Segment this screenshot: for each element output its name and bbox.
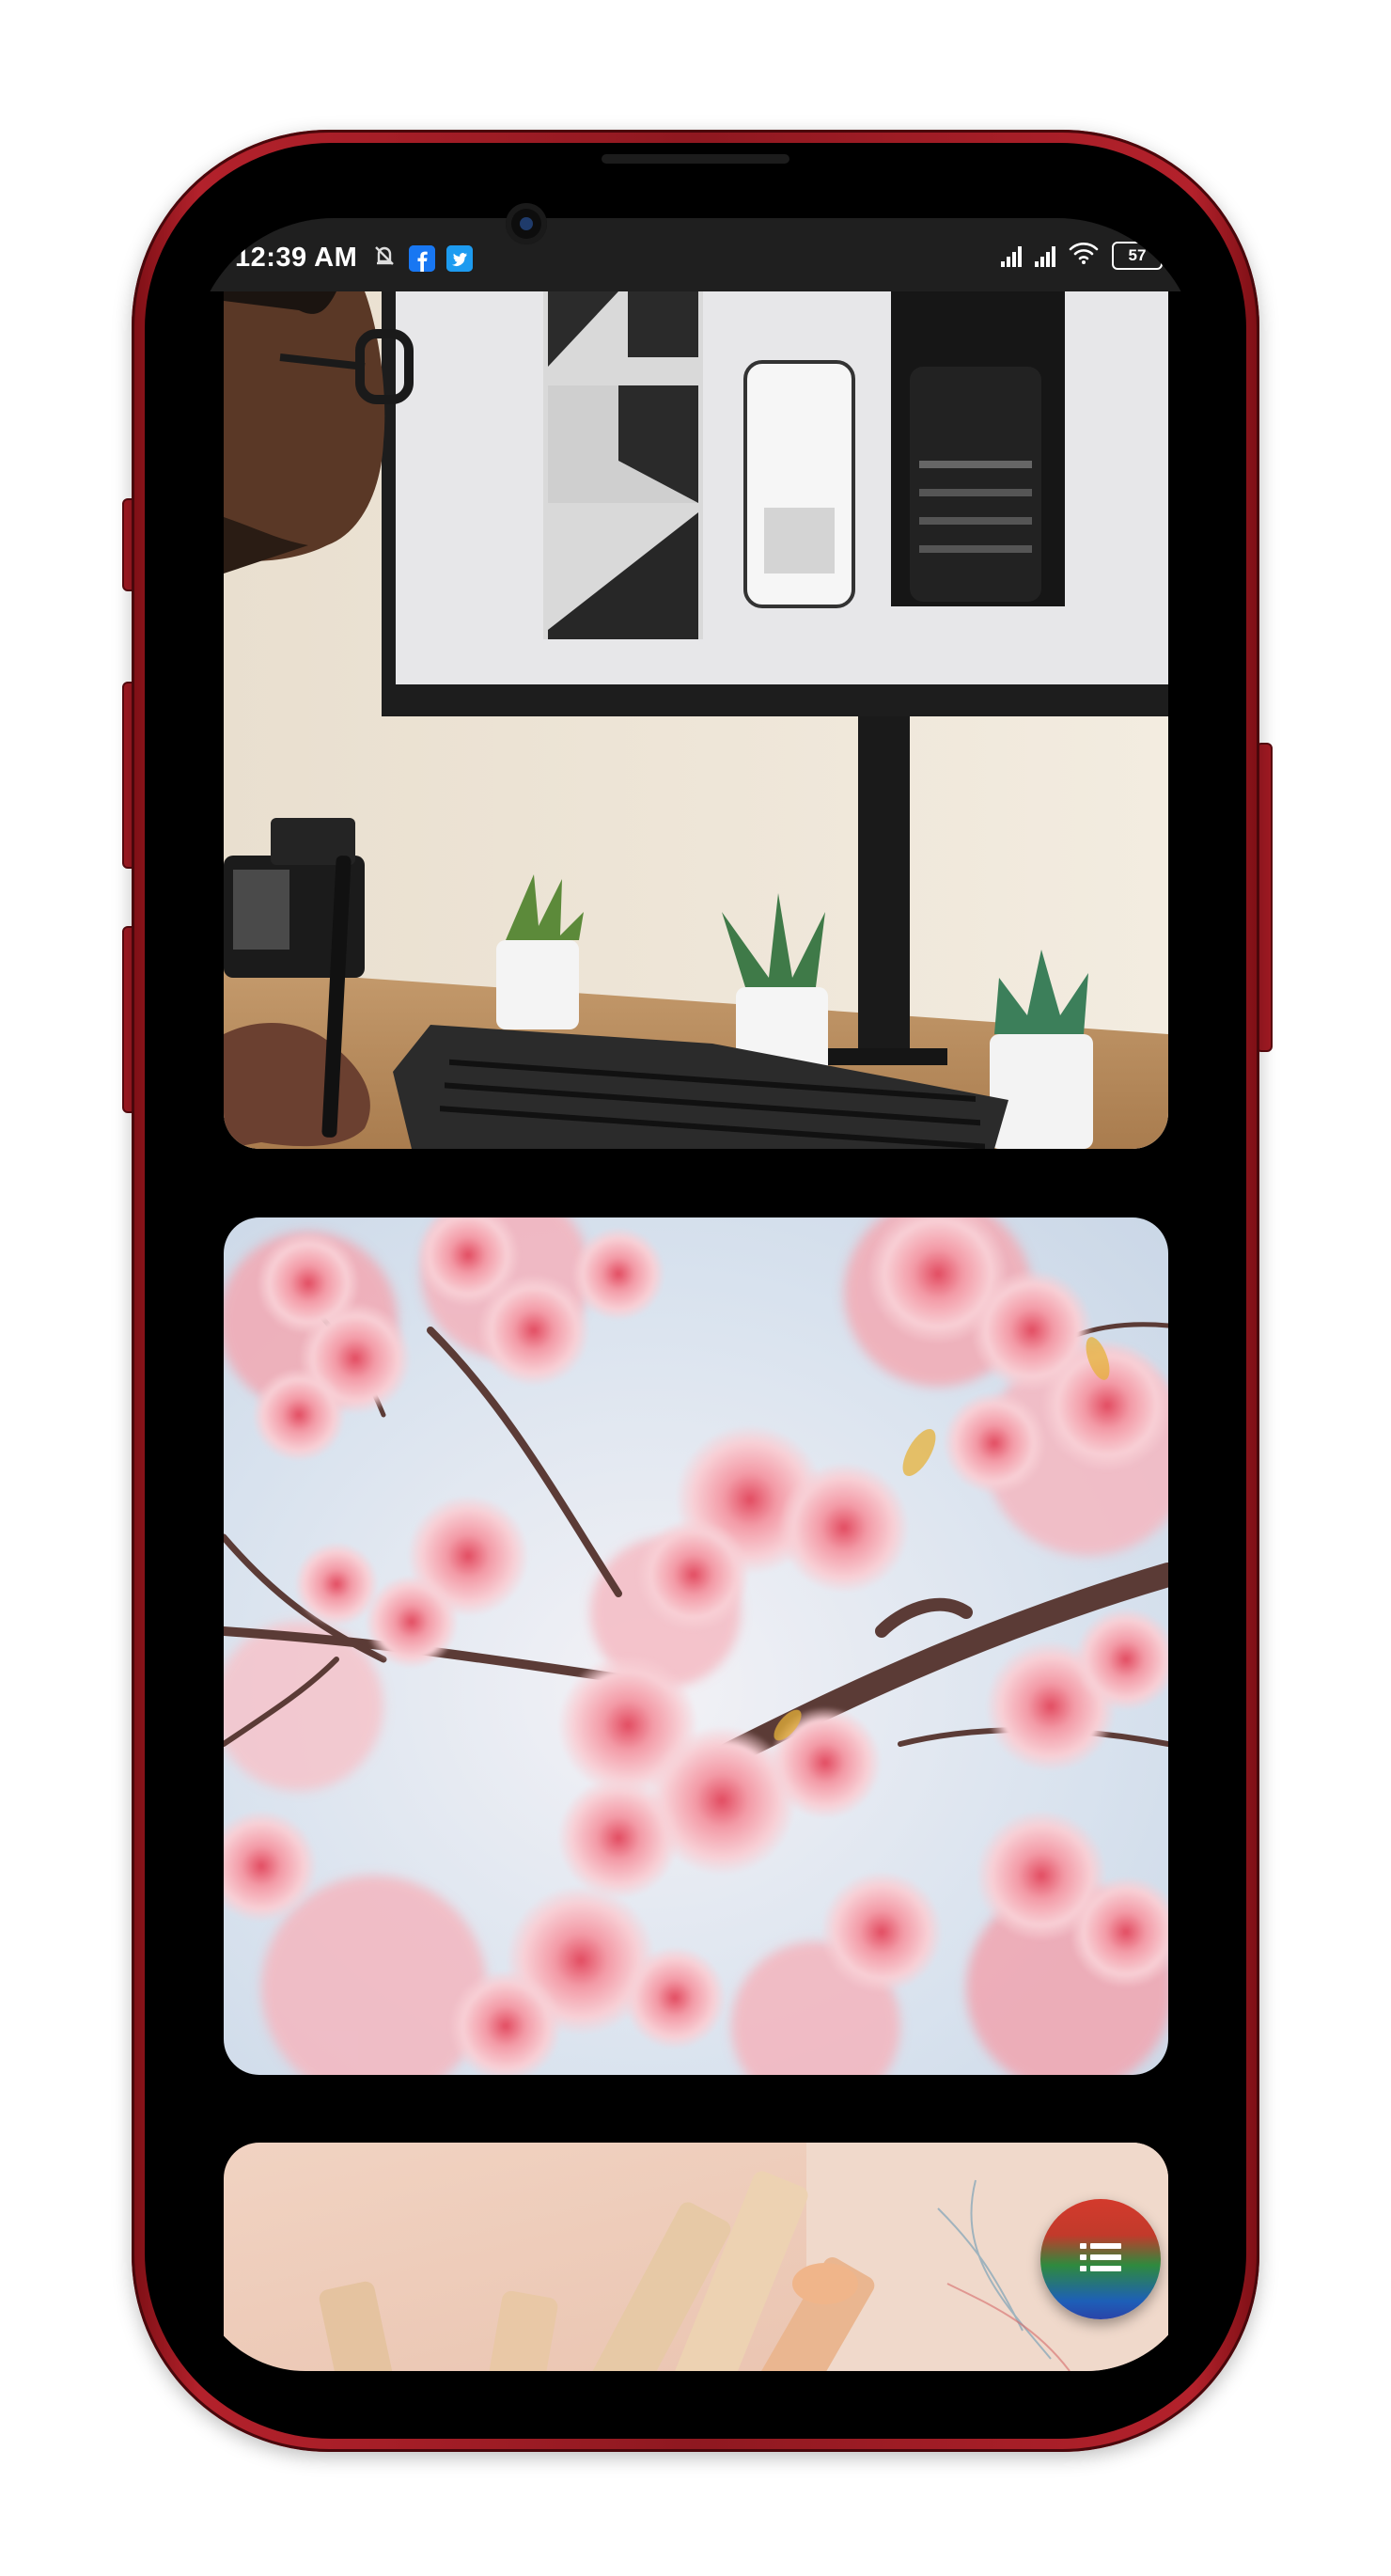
status-time: 12:39 AM [235,243,358,273]
feed-image-3[interactable] [224,2143,1168,2371]
feed-image-2[interactable] [224,1217,1168,2075]
device-mockup: 12:39 AM 57 [0,0,1391,2576]
status-bar: 12:39 AM 57 [193,218,1198,291]
photo-pastel-crayons [224,2143,1168,2371]
list-icon [1080,2241,1121,2278]
twitter-icon [446,245,473,272]
photo-cherry-blossoms [224,1217,1168,2075]
feed-image-1[interactable] [224,291,1168,1149]
wifi-icon [1069,241,1099,270]
photo-designer-at-monitor [224,291,1168,1149]
bell-off-icon [371,243,398,275]
front-camera [506,203,547,244]
system-icons: 57 [1001,241,1167,270]
signal-icon [1035,244,1055,267]
signal-icon [1001,244,1022,267]
facebook-icon [409,245,435,272]
earpiece-speaker [602,154,789,164]
battery-icon: 57 [1112,241,1167,270]
list-menu-button[interactable] [1040,2199,1161,2319]
notification-icons [371,243,473,275]
phone-screen: 12:39 AM 57 [193,218,1198,2371]
